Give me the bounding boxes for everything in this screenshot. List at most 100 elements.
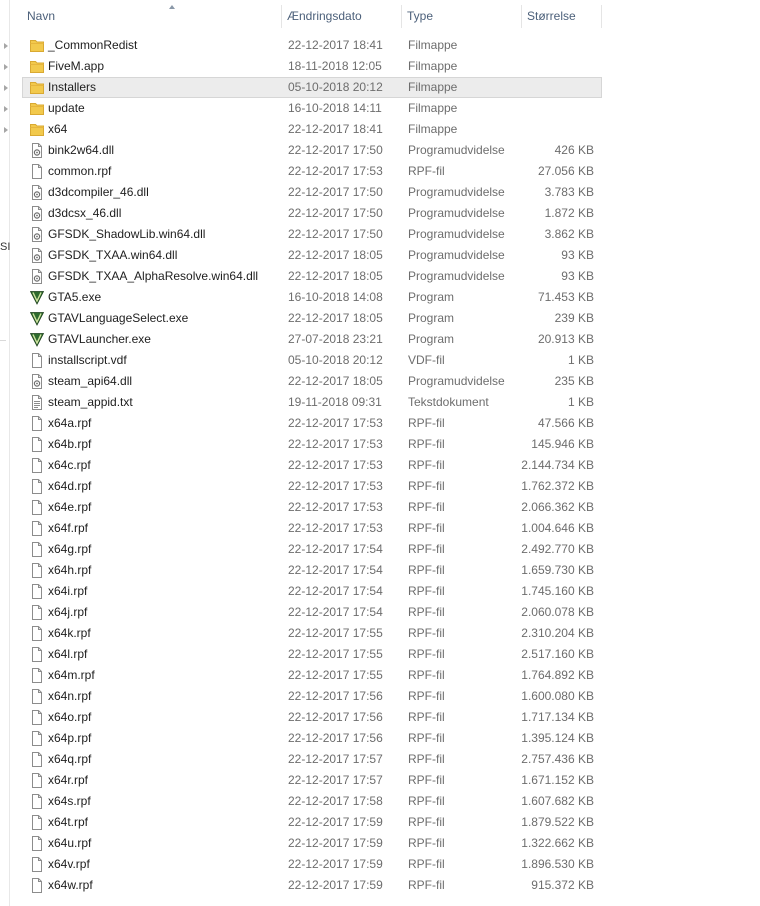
- file-row[interactable]: x64v.rpf 22-12-2017 17:59 RPF-fil 1.896.530…: [22, 854, 602, 875]
- file-type: Filmappe: [408, 59, 458, 73]
- file-type: RPF-fil: [408, 437, 445, 451]
- file-size: 1.879.522 KB: [521, 815, 594, 829]
- file-row[interactable]: GTAVLanguageSelect.exe 22-12-2017 18:05 Pr…: [22, 308, 602, 329]
- column-header-name[interactable]: Navn: [22, 5, 282, 28]
- file-icon: [30, 563, 44, 578]
- file-row[interactable]: x64t.rpf 22-12-2017 17:59 RPF-fil 1.879.522…: [22, 812, 602, 833]
- file-row[interactable]: x64k.rpf 22-12-2017 17:55 RPF-fil 2.310.204…: [22, 623, 602, 644]
- file-row[interactable]: d3dcompiler_46.dll 22-12-2017 17:50 Progra…: [22, 182, 602, 203]
- file-type: Filmappe: [408, 122, 458, 136]
- text-file-icon: [30, 395, 44, 410]
- file-row[interactable]: x64e.rpf 22-12-2017 17:53 RPF-fil 2.066.362…: [22, 497, 602, 518]
- file-row[interactable]: x64b.rpf 22-12-2017 17:53 RPF-fil 145.946 K…: [22, 434, 602, 455]
- file-row[interactable]: x64r.rpf 22-12-2017 17:57 RPF-fil 1.671.152…: [22, 770, 602, 791]
- file-type: RPF-fil: [408, 857, 445, 871]
- file-size: 1 KB: [567, 395, 594, 409]
- file-row[interactable]: GFSDK_ShadowLib.win64.dll 22-12-2017 17:5…: [22, 224, 602, 245]
- file-name: x64f.rpf: [48, 521, 89, 535]
- expand-chevron-icon[interactable]: [0, 119, 16, 140]
- file-row[interactable]: installscript.vdf 05-10-2018 20:12 VDF-fil…: [22, 350, 602, 371]
- file-modified-date: 22-12-2017 17:55: [288, 668, 383, 682]
- gta-v-icon: [29, 311, 45, 326]
- file-row[interactable]: x64o.rpf 22-12-2017 17:56 RPF-fil 1.717.134…: [22, 707, 602, 728]
- file-row[interactable]: GFSDK_TXAA.win64.dll 22-12-2017 18:05 Prog…: [22, 245, 602, 266]
- file-row[interactable]: x64g.rpf 22-12-2017 17:54 RPF-fil 2.492.770…: [22, 539, 602, 560]
- file-type: RPF-fil: [408, 164, 445, 178]
- file-icon: [30, 458, 44, 473]
- file-row[interactable]: x64j.rpf 22-12-2017 17:54 RPF-fil 2.060.078…: [22, 602, 602, 623]
- file-size: 2.310.204 KB: [521, 626, 594, 640]
- file-row[interactable]: x64l.rpf 22-12-2017 17:55 RPF-fil 2.517.160…: [22, 644, 602, 665]
- file-row[interactable]: update 16-10-2018 14:11 Filmappe: [4, 98, 602, 119]
- file-type: RPF-fil: [408, 521, 445, 535]
- file-size: 3.783 KB: [544, 185, 594, 199]
- file-row[interactable]: steam_api64.dll 22-12-2017 18:05 Programud…: [22, 371, 602, 392]
- file-row[interactable]: x64s.rpf 22-12-2017 17:58 RPF-fil 1.607.682…: [22, 791, 602, 812]
- file-modified-date: 22-12-2017 17:57: [288, 752, 383, 766]
- file-name: x64a.rpf: [48, 416, 92, 430]
- file-row[interactable]: FiveM.app 18-11-2018 12:05 Filmappe: [4, 56, 602, 77]
- file-row[interactable]: x64u.rpf 22-12-2017 17:59 RPF-fil 1.322.662…: [22, 833, 602, 854]
- file-icon: [30, 815, 44, 830]
- gta-v-icon: [29, 290, 45, 305]
- file-row[interactable]: x64c.rpf 22-12-2017 17:53 RPF-fil 2.144.734…: [22, 455, 602, 476]
- file-type: RPF-fil: [408, 542, 445, 556]
- file-icon: [30, 626, 44, 641]
- file-name: x64t.rpf: [48, 815, 89, 829]
- expand-chevron-icon[interactable]: [0, 35, 16, 56]
- file-row[interactable]: GTAVLauncher.exe 27-07-2018 23:21 Program 2…: [22, 329, 602, 350]
- file-name: update: [48, 101, 85, 115]
- column-header-size[interactable]: Størrelse: [522, 5, 602, 28]
- file-size: 1.607.682 KB: [521, 794, 594, 808]
- file-row[interactable]: x64 22-12-2017 18:41 Filmappe: [4, 119, 602, 140]
- file-modified-date: 27-07-2018 23:21: [288, 332, 383, 346]
- file-type: RPF-fil: [408, 584, 445, 598]
- file-modified-date: 22-12-2017 17:55: [288, 626, 383, 640]
- expand-chevron-icon[interactable]: [0, 77, 16, 98]
- file-row[interactable]: d3dcsx_46.dll 22-12-2017 17:50 Programudvi…: [22, 203, 602, 224]
- file-row[interactable]: x64q.rpf 22-12-2017 17:57 RPF-fil 2.757.436…: [22, 749, 602, 770]
- file-type: RPF-fil: [408, 710, 445, 724]
- column-header-type[interactable]: Type: [402, 5, 522, 28]
- file-row[interactable]: x64i.rpf 22-12-2017 17:54 RPF-fil 1.745.160…: [22, 581, 602, 602]
- file-row[interactable]: x64d.rpf 22-12-2017 17:53 RPF-fil 1.762.372…: [22, 476, 602, 497]
- file-row[interactable]: _CommonRedist 22-12-2017 18:41 Filmappe: [4, 35, 602, 56]
- file-icon: [30, 668, 44, 683]
- file-row[interactable]: steam_appid.txt 19-11-2018 09:31 Tekstdoku…: [22, 392, 602, 413]
- file-row[interactable]: x64m.rpf 22-12-2017 17:55 RPF-fil 1.764.892…: [22, 665, 602, 686]
- file-modified-date: 22-12-2017 18:05: [288, 269, 383, 283]
- file-name: installscript.vdf: [48, 353, 127, 367]
- file-type: RPF-fil: [408, 668, 445, 682]
- file-row[interactable]: x64p.rpf 22-12-2017 17:56 RPF-fil 1.395.124…: [22, 728, 602, 749]
- file-modified-date: 22-12-2017 17:54: [288, 542, 383, 556]
- file-name: x64: [48, 122, 68, 136]
- file-row[interactable]: x64f.rpf 22-12-2017 17:53 RPF-fil 1.004.646…: [22, 518, 602, 539]
- file-icon: [30, 773, 44, 788]
- file-type: Program: [408, 290, 455, 304]
- file-row[interactable]: x64a.rpf 22-12-2017 17:53 RPF-fil 47.566 KB: [22, 413, 602, 434]
- file-row[interactable]: x64w.rpf 22-12-2017 17:59 RPF-fil 915.372 K…: [22, 875, 602, 896]
- expand-chevron-icon[interactable]: [0, 98, 16, 119]
- file-row[interactable]: bink2w64.dll 22-12-2017 17:50 Programudvid…: [22, 140, 602, 161]
- file-modified-date: 22-12-2017 17:50: [288, 206, 383, 220]
- file-type: RPF-fil: [408, 479, 445, 493]
- file-modified-date: 22-12-2017 17:59: [288, 836, 383, 850]
- file-row[interactable]: GFSDK_TXAA_AlphaResolve.win64.dll 22-12-2…: [22, 266, 602, 287]
- expand-chevron-icon[interactable]: [0, 56, 16, 77]
- file-size: 145.946 KB: [531, 437, 594, 451]
- file-modified-date: 22-12-2017 17:53: [288, 416, 383, 430]
- file-size: 20.913 KB: [537, 332, 594, 346]
- file-modified-date: 22-12-2017 17:59: [288, 857, 383, 871]
- navigation-pane-divider: [0, 340, 6, 341]
- file-type: RPF-fil: [408, 647, 445, 661]
- dll-icon: [30, 374, 44, 389]
- file-modified-date: 16-10-2018 14:08: [288, 290, 383, 304]
- column-header-date[interactable]: Ændringsdato: [282, 5, 402, 28]
- file-row[interactable]: GTA5.exe 16-10-2018 14:08 Program 71.453 KB: [22, 287, 602, 308]
- file-row[interactable]: common.rpf 22-12-2017 17:53 RPF-fil 27.056 …: [22, 161, 602, 182]
- file-row[interactable]: x64n.rpf 22-12-2017 17:56 RPF-fil 1.600.080…: [22, 686, 602, 707]
- file-row[interactable]: x64h.rpf 22-12-2017 17:54 RPF-fil 1.659.730…: [22, 560, 602, 581]
- dll-icon: [30, 185, 44, 200]
- file-size: 93 KB: [561, 248, 594, 262]
- file-row[interactable]: Installers 05-10-2018 20:12 Filmappe: [4, 77, 602, 98]
